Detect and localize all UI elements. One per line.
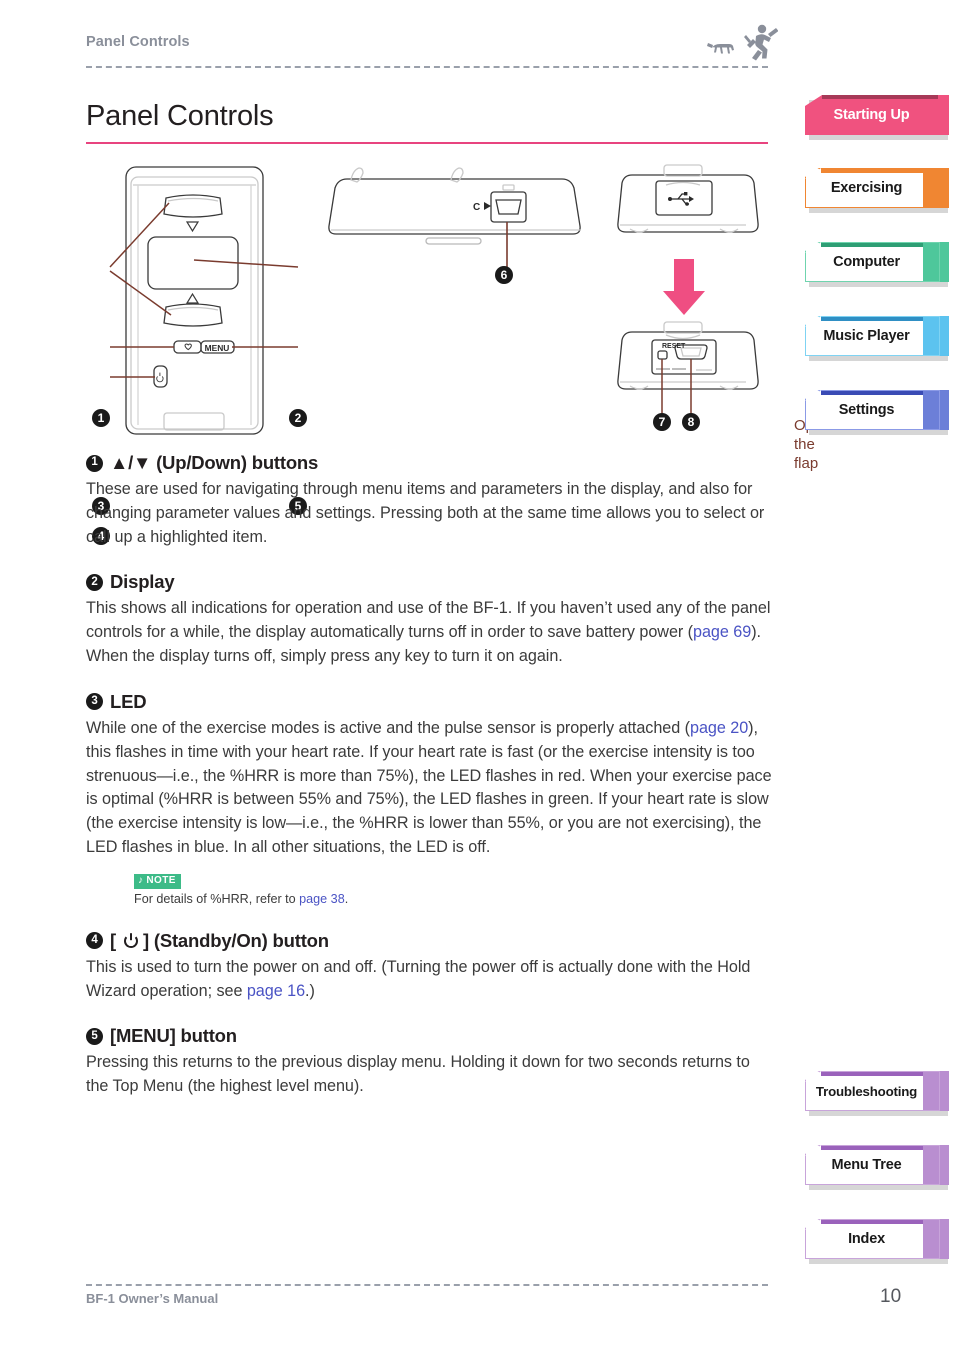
note-text: For details of %HRR, refer to page 38. [134, 892, 776, 906]
tab-label: Menu Tree [831, 1157, 902, 1173]
tab-troubleshooting[interactable]: Troubleshooting [805, 1071, 949, 1116]
section-tab-rail: Starting Up Exercising Computer Music Pl… [800, 0, 954, 1351]
up-triangle-mark [185, 292, 200, 304]
heart-icon [184, 343, 192, 351]
menu-button-label: MENU [205, 343, 230, 353]
section-heading: 1 ▲/▼ (Up/Down) buttons [86, 452, 776, 474]
section-display: 2 Display This shows all indications for… [86, 571, 776, 668]
section-heading-text: Display [110, 571, 175, 593]
section-up-down-buttons: 1 ▲/▼ (Up/Down) buttons These are used f… [86, 452, 776, 549]
tab-label: Settings [838, 402, 895, 418]
section-bullet-2: 2 [86, 573, 103, 591]
footer-page-number: 10 [880, 1286, 902, 1307]
tab-label: Exercising [830, 180, 903, 196]
body-text: These are used for navigating through me… [86, 480, 765, 546]
section-bullet-4: 4 [86, 932, 103, 950]
footer-manual-title: BF-1 Owner’s Manual [86, 1291, 219, 1306]
section-led: 3 LED While one of the exercise modes is… [86, 691, 776, 906]
tab-label: Index [848, 1231, 885, 1247]
manual-page: Panel Controls Panel Controls MENU 1 2 3… [0, 0, 954, 1351]
callout-1: 1 [92, 409, 110, 427]
tab-music-player[interactable]: Music Player [805, 316, 949, 361]
running-header-title: Panel Controls [86, 34, 190, 50]
callout-2: 2 [289, 409, 307, 427]
section-heading: 4 [ ] (Standby/On) button [86, 930, 776, 952]
power-standby-icon [123, 933, 138, 949]
section-bullet-3: 3 [86, 693, 103, 711]
title-rule [86, 142, 768, 144]
rear-view-closed-illustration [617, 164, 759, 233]
heading-bracket-open: [ [110, 929, 116, 951]
open-flap-arrow-icon [663, 259, 705, 315]
tab-menu-tree[interactable]: Menu Tree [805, 1145, 949, 1190]
power-glyph-device [156, 372, 164, 383]
section-body: These are used for navigating through me… [86, 478, 776, 549]
music-note-icon: ♪ [138, 874, 144, 886]
tab-label: Troubleshooting [815, 1083, 918, 1099]
body-text: Pressing this returns to the previous di… [86, 1053, 750, 1096]
page-link-16[interactable]: page 16 [247, 982, 305, 1000]
callout-7: 7 [653, 413, 671, 431]
section-body: This is used to turn the power on and of… [86, 956, 776, 1004]
footer-divider [86, 1284, 768, 1286]
page-link-38[interactable]: page 38 [299, 892, 345, 906]
side-view-illustration: C [328, 167, 581, 272]
tab-starting-up[interactable]: Starting Up [805, 95, 949, 140]
section-heading-text: ] (Standby/On) button [142, 929, 329, 951]
section-heading-text: LED [110, 690, 147, 712]
page-link-20[interactable]: page 20 [690, 719, 748, 737]
body-content: 1 ▲/▼ (Up/Down) buttons These are used f… [86, 452, 776, 1121]
page-link-69[interactable]: page 69 [693, 623, 751, 641]
down-triangle-mark [185, 221, 200, 233]
body-text: ), this flashes in time with your heart … [86, 718, 772, 856]
tab-label: Computer [833, 254, 900, 270]
tab-computer[interactable]: Computer [805, 242, 949, 287]
body-text: This shows all indications for operation… [86, 599, 771, 642]
section-heading: 3 LED [86, 691, 776, 713]
section-heading-text: [MENU] button [110, 1025, 237, 1047]
tab-label: Starting Up [833, 107, 910, 123]
page-title: Panel Controls [86, 100, 274, 132]
section-menu-button: 5 [MENU] button Pressing this returns to… [86, 1025, 776, 1099]
section-heading-text: ▲/▼ (Up/Down) buttons [110, 452, 319, 473]
reset-label: RESET [662, 343, 686, 350]
note-badge: ♪ NOTE [134, 873, 181, 889]
tab-index[interactable]: Index [805, 1219, 949, 1264]
tab-exercising[interactable]: Exercising [805, 168, 949, 213]
section-body: Pressing this returns to the previous di… [86, 1051, 776, 1099]
note-text-part: . [344, 891, 349, 906]
tab-label: Music Player [823, 328, 910, 344]
body-text: .) [305, 981, 315, 1000]
section-bullet-1: 1 [86, 454, 103, 472]
port-c-label: C [473, 202, 480, 213]
callout-6: 6 [495, 266, 513, 284]
section-standby-on-button: 4 [ ] (Standby/On) button This is used t… [86, 930, 776, 1004]
body-text: This is used to turn the power on and of… [86, 957, 751, 1000]
body-text: While one of the exercise modes is activ… [86, 718, 690, 737]
port-arrow-icon [484, 202, 491, 210]
usb-icon [668, 192, 694, 206]
callout-8: 8 [682, 413, 700, 431]
section-body: While one of the exercise modes is activ… [86, 717, 776, 860]
note-badge-label: NOTE [146, 874, 176, 886]
runner-with-dog-icon [707, 24, 778, 61]
panel-controls-diagram: MENU 1 2 3 4 5 C 6 the flap RESET 7 8 [86, 155, 831, 545]
callout-lines-rear [661, 359, 692, 414]
note-text-part: For details of %HRR, refer to [134, 891, 300, 906]
section-body: This shows all indications for operation… [86, 597, 776, 668]
section-heading: 5 [MENU] button [86, 1025, 776, 1047]
tab-settings[interactable]: Settings [805, 390, 949, 435]
section-heading: 2 Display [86, 571, 776, 593]
note-block: ♪ NOTE For details of %HRR, refer to pag… [134, 870, 776, 906]
header-divider [86, 66, 768, 68]
section-bullet-5: 5 [86, 1027, 103, 1045]
